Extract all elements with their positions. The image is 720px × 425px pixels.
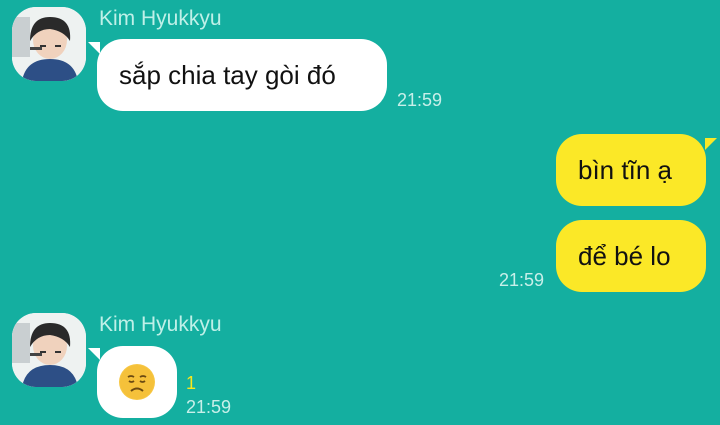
unread-count: 1	[186, 373, 197, 393]
message-bubble-incoming[interactable]	[97, 346, 177, 418]
message-text: sắp chia tay gòi đó	[119, 59, 336, 90]
message-bubble-incoming[interactable]: sắp chia tay gòi đó	[97, 39, 387, 111]
sender-name: Kim Hyukkyu	[99, 7, 222, 30]
message-text: bìn tĩn ạ	[578, 154, 672, 185]
message-time: 21:59	[499, 270, 545, 290]
message-bubble-outgoing[interactable]: bìn tĩn ạ	[556, 134, 706, 206]
bubble-tail	[88, 42, 100, 54]
message-time: 21:59	[397, 90, 443, 110]
bubble-tail	[705, 138, 717, 150]
message-text: để bé lo	[578, 240, 671, 271]
disappointed-face-icon	[119, 364, 155, 400]
avatar[interactable]	[12, 313, 86, 387]
message-bubble-outgoing[interactable]: để bé lo	[556, 220, 706, 292]
message-time: 21:59	[186, 397, 232, 417]
sender-name: Kim Hyukkyu	[99, 313, 222, 336]
avatar[interactable]	[12, 7, 86, 81]
bubble-tail	[88, 348, 100, 360]
